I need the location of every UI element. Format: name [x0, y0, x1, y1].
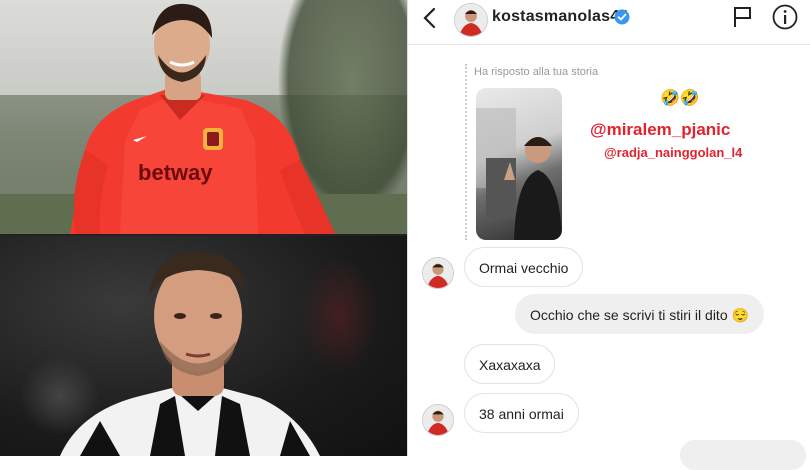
- conversation-header: kostasmanolas44: [408, 0, 810, 45]
- message-bubble-outgoing-partial: [680, 440, 806, 470]
- player-photo-bottom: [0, 236, 407, 456]
- avatar[interactable]: [454, 3, 488, 37]
- story-mention-secondary[interactable]: @radja_nainggolan_l4: [604, 145, 742, 160]
- story-mention-primary[interactable]: @miralem_pjanic: [590, 120, 730, 140]
- story-reply-label: Ha risposto alla tua storia: [474, 66, 599, 78]
- sender-avatar[interactable]: [422, 404, 454, 436]
- back-arrow-icon[interactable]: [418, 6, 442, 30]
- story-reply-divider: [465, 64, 467, 240]
- conversation-username[interactable]: kostasmanolas44: [492, 8, 628, 26]
- info-icon[interactable]: [772, 4, 798, 30]
- story-thumbnail[interactable]: [476, 88, 562, 240]
- flag-icon[interactable]: [732, 5, 754, 29]
- shirt-sponsor-text: betway: [138, 160, 213, 185]
- player-illustration-bottom: [60, 252, 320, 456]
- message-bubble-incoming: Xaxaxaxa: [464, 344, 556, 384]
- message-bubble-incoming: 38 anni ormai: [464, 393, 579, 433]
- player-photo-top: betway: [0, 0, 407, 234]
- player-illustration-top: [70, 3, 335, 234]
- direct-message-panel: kostasmanolas44 Ha risposto alla tua sto…: [407, 0, 810, 470]
- verified-badge-icon: [614, 9, 630, 25]
- message-bubble-outgoing: Occhio che se scrivi ti stiri il dito 😌: [515, 294, 764, 334]
- message-bubble-incoming: Ormai vecchio: [464, 247, 584, 287]
- story-emoji: 🤣🤣: [660, 90, 700, 107]
- photo-collage: betway: [0, 0, 407, 456]
- sender-avatar[interactable]: [422, 257, 454, 289]
